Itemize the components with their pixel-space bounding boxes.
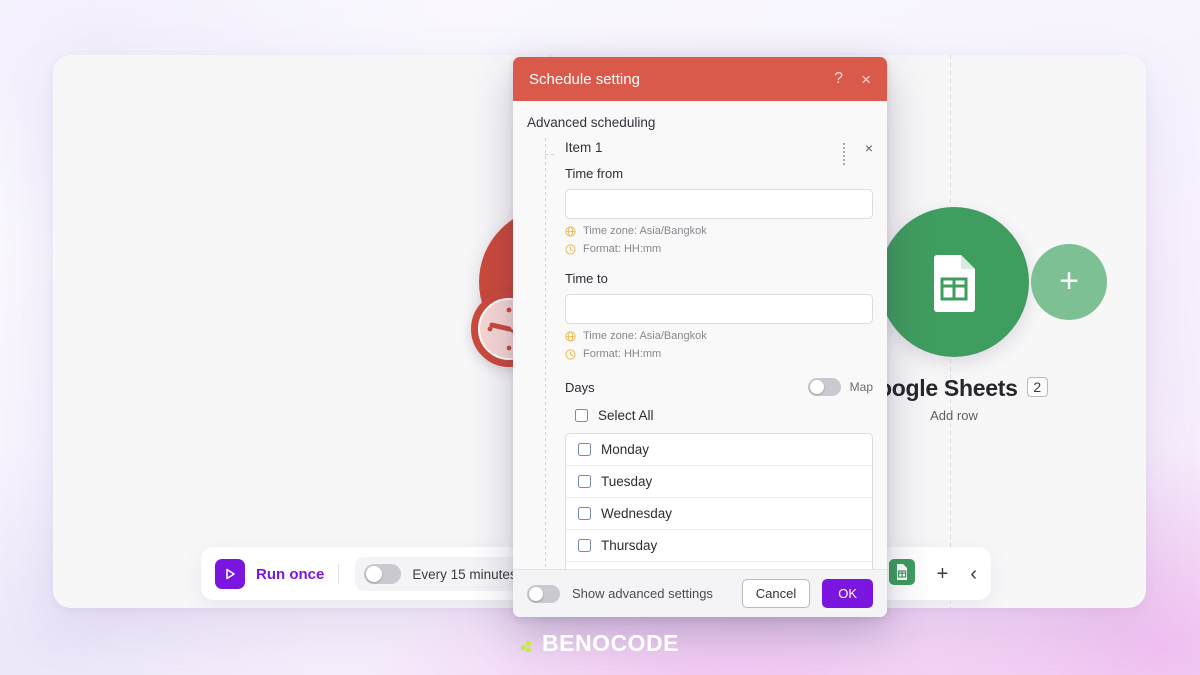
play-icon	[215, 559, 245, 589]
time-from-label: Time from	[565, 166, 624, 181]
dialog-title: Schedule setting	[529, 70, 640, 88]
add-node-label: +	[1059, 261, 1079, 300]
globe-icon	[565, 225, 576, 237]
brand-footer: BENOCODE	[0, 630, 1200, 657]
list-item[interactable]: Wednesday	[566, 498, 872, 530]
interval-toggle[interactable]	[364, 564, 402, 584]
brand-name: BENOCODE	[542, 630, 679, 656]
select-all-row[interactable]: Select All	[575, 408, 873, 423]
time-to-input[interactable]	[565, 294, 873, 324]
close-icon[interactable]: ×	[861, 71, 871, 88]
schedule-setting-dialog: Schedule setting ? × Advanced scheduling…	[513, 57, 887, 617]
clock-icon	[565, 348, 576, 360]
dialog-footer: Show advanced settings Cancel OK	[513, 569, 887, 617]
schedule-item-name: Item 1	[565, 140, 603, 155]
day-checkbox[interactable]	[578, 507, 591, 520]
days-list: Monday Tuesday Wednesday Thursday	[565, 433, 873, 569]
day-label: Monday	[601, 442, 650, 457]
interval-label: Every 15 minutes	[412, 566, 517, 582]
list-item[interactable]: Monday	[566, 434, 872, 466]
days-header: Days Map	[565, 378, 873, 396]
help-icon[interactable]: ?	[834, 71, 843, 87]
days-label: Days	[565, 379, 595, 395]
run-once-button[interactable]: Run once	[215, 559, 338, 589]
add-step-button[interactable]: +	[937, 564, 949, 584]
time-to-timezone-hint: Time zone: Asia/Bangkok	[565, 330, 873, 342]
tree-connector	[545, 138, 546, 569]
select-all-checkbox[interactable]	[575, 409, 588, 422]
node-badge: 2	[1026, 377, 1048, 397]
day-label: Wednesday	[601, 506, 673, 521]
day-label: Thursday	[601, 538, 658, 553]
day-checkbox[interactable]	[578, 443, 591, 456]
schedule-item-header: Item 1 ×	[565, 140, 873, 165]
time-to-label: Time to	[565, 271, 608, 286]
toolbar-sheets-icon[interactable]	[888, 558, 915, 590]
time-from-input[interactable]	[565, 189, 873, 219]
remove-item-icon[interactable]: ×	[865, 141, 873, 155]
time-to-timezone-text: Time zone: Asia/Bangkok	[583, 330, 707, 342]
toolbar-divider	[338, 564, 340, 584]
time-from-timezone-text: Time zone: Asia/Bangkok	[583, 225, 707, 237]
time-to-format-text: Format: HH:mm	[583, 348, 662, 360]
ok-button[interactable]: OK	[822, 579, 873, 608]
time-from-format-text: Format: HH:mm	[583, 243, 662, 255]
dialog-body: Advanced scheduling Item 1 × Time from T…	[513, 101, 887, 569]
time-from-format-hint: Format: HH:mm	[565, 243, 873, 255]
schedule-item: Item 1 × Time from Time zone: Asia/Bangk…	[527, 138, 873, 569]
collapse-panel-button[interactable]: ‹	[970, 564, 977, 584]
advanced-settings-toggle[interactable]	[527, 584, 560, 603]
time-to-format-hint: Format: HH:mm	[565, 348, 873, 360]
advanced-settings-label: Show advanced settings	[572, 586, 713, 601]
run-once-label: Run once	[256, 565, 325, 583]
tree-connector-tick	[545, 154, 554, 155]
brand-logo-icon	[521, 637, 535, 652]
map-toggle-label: Map	[849, 380, 873, 394]
cancel-button[interactable]: Cancel	[741, 579, 811, 608]
list-item[interactable]: Thursday	[566, 530, 872, 562]
page-root: Gmail Watch emails + Google Sheets2	[0, 0, 1200, 675]
clock-icon	[565, 243, 576, 255]
section-title: Advanced scheduling	[527, 115, 656, 130]
google-sheets-icon: +	[879, 207, 1107, 357]
day-checkbox[interactable]	[578, 539, 591, 552]
dialog-header: Schedule setting ? ×	[513, 57, 887, 101]
globe-icon	[565, 330, 576, 342]
map-toggle[interactable]	[807, 378, 841, 396]
list-item[interactable]: Friday	[566, 562, 872, 569]
list-item[interactable]: Tuesday	[566, 466, 872, 498]
select-all-label: Select All	[598, 408, 654, 423]
day-label: Tuesday	[601, 474, 653, 489]
drag-handle-icon[interactable]	[841, 142, 851, 165]
day-checkbox[interactable]	[578, 475, 591, 488]
interval-schedule-control[interactable]: Every 15 minutes	[355, 557, 533, 591]
time-from-timezone-hint: Time zone: Asia/Bangkok	[565, 225, 873, 237]
add-node-button[interactable]: +	[1031, 244, 1107, 320]
